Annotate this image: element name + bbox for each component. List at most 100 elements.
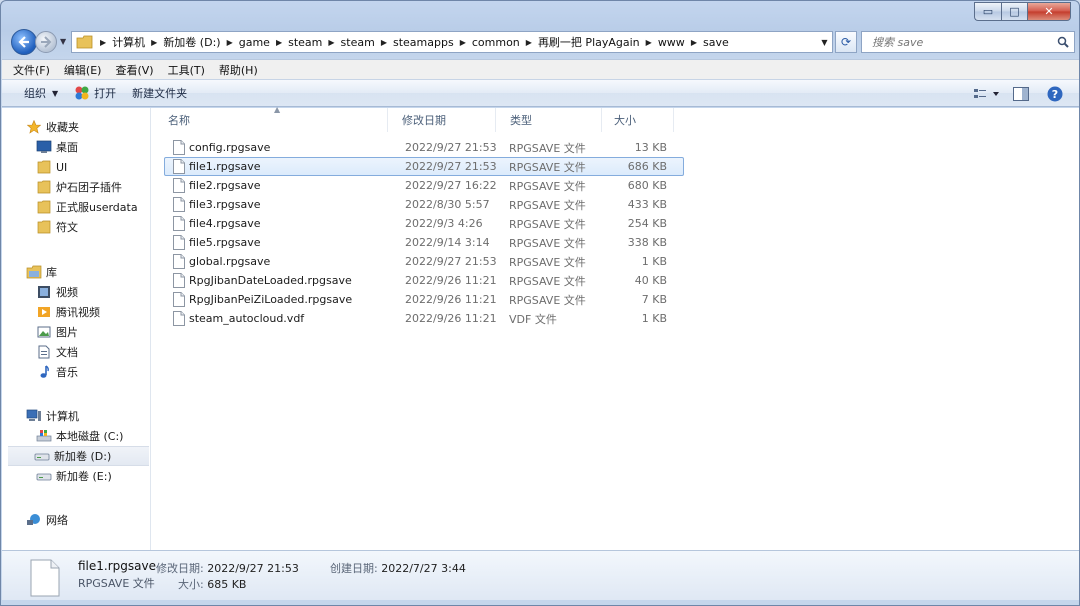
address-bar[interactable]: ▶ 计算机 ▶ 新加卷 (D:) ▶ game ▶ steam ▶ steam ▶ steamapps…	[71, 31, 833, 53]
file-date: 2022/9/3 4:26	[405, 217, 483, 230]
file-row[interactable]: RpgJibanPeiZiLoaded.rpgsave 2022/9/26 11:…	[164, 290, 684, 309]
breadcrumb-item[interactable]: 再刷一把 PlayAgain	[538, 34, 640, 50]
file-size: 433 KB	[627, 198, 667, 211]
breadcrumb-separator-icon[interactable]: ▶	[520, 38, 538, 47]
breadcrumb-item[interactable]: common	[472, 36, 520, 49]
folder-icon	[36, 179, 52, 195]
breadcrumb: ▶ 计算机 ▶ 新加卷 (D:) ▶ game ▶ steam ▶ steam ▶ steamapps…	[94, 32, 816, 52]
file-type: RPGSAVE 文件	[509, 141, 586, 155]
breadcrumb-item[interactable]: steam	[341, 36, 375, 49]
breadcrumb-separator-icon[interactable]: ▶	[640, 38, 658, 47]
breadcrumb-separator-icon[interactable]: ▶	[322, 38, 340, 47]
nav-item[interactable]: 符文	[2, 217, 151, 237]
new-folder-label: 新建文件夹	[132, 87, 188, 100]
preview-pane-button[interactable]	[1007, 83, 1035, 105]
column-header-type[interactable]: 类型	[496, 108, 602, 132]
breadcrumb-item[interactable]: steam	[288, 36, 322, 49]
breadcrumb-item[interactable]: 新加卷 (D:)	[163, 34, 220, 50]
file-list-pane: 名称 ▲ 修改日期 类型 大小 config.rpgsave 2022/9/27 …	[152, 105, 1079, 550]
nav-network-label: 网络	[46, 514, 68, 527]
nav-libraries[interactable]: 库	[2, 262, 151, 282]
nav-item[interactable]: 腾讯视频	[2, 302, 151, 322]
column-header-type-label: 类型	[510, 114, 532, 127]
file-icon	[165, 273, 189, 288]
search-icon[interactable]	[1052, 36, 1074, 48]
nav-item[interactable]: 桌面	[2, 137, 151, 157]
breadcrumb-separator-icon[interactable]: ▶	[685, 38, 703, 47]
nav-item[interactable]: 音乐	[2, 362, 151, 382]
title-bar[interactable]: ▭ □ ✕	[1, 1, 1079, 27]
folder-icon	[76, 35, 93, 49]
breadcrumb-separator-icon[interactable]: ▶	[221, 38, 239, 47]
column-header-date[interactable]: 修改日期	[388, 108, 496, 132]
breadcrumb-item[interactable]: game	[239, 36, 270, 49]
drive-icon	[34, 448, 50, 464]
breadcrumb-separator-icon[interactable]: ▶	[454, 38, 472, 47]
menu-item[interactable]: 帮助(H)	[214, 62, 263, 78]
nav-item[interactable]: 视频	[2, 282, 151, 302]
nav-network[interactable]: 网络	[2, 510, 151, 530]
breadcrumb-separator-icon[interactable]: ▶	[94, 38, 112, 47]
open-label: 打开	[94, 87, 117, 100]
nav-item[interactable]: 图片	[2, 322, 151, 342]
open-button[interactable]: 打开	[66, 81, 124, 105]
file-row[interactable]: file5.rpgsave 2022/9/14 3:14 RPGSAVE 文件 338…	[164, 233, 684, 252]
nav-item[interactable]: UI	[2, 157, 151, 177]
nav-item-label: UI	[56, 160, 68, 174]
file-row[interactable]: steam_autocloud.vdf 2022/9/26 11:21 VDF 文件…	[164, 309, 684, 328]
menu-item[interactable]: 工具(T)	[163, 62, 210, 78]
minimize-button[interactable]: ▭	[974, 2, 1001, 21]
file-row[interactable]: file1.rpgsave 2022/9/27 21:53 RPGSAVE 文件 68…	[164, 157, 684, 176]
nav-item[interactable]: 正式服userdata	[2, 197, 151, 217]
help-button[interactable]: ?	[1041, 83, 1069, 105]
nav-favorites[interactable]: 收藏夹	[2, 117, 151, 137]
file-name-cell: file5.rpgsave	[165, 235, 391, 250]
recent-pages-dropdown[interactable]: ▼	[60, 37, 66, 46]
menu-item[interactable]: 编辑(E)	[59, 62, 107, 78]
search-input[interactable]	[862, 32, 1052, 52]
desktop-icon	[36, 139, 52, 155]
close-button[interactable]: ✕	[1027, 2, 1071, 21]
nav-item[interactable]: 本地磁盘 (C:)	[2, 426, 151, 446]
address-history-dropdown[interactable]: ▼	[816, 32, 832, 52]
command-toolbar: 组织 ▼ 打开 新建文件夹 ?	[2, 79, 1079, 107]
maximize-button[interactable]: □	[1001, 2, 1027, 21]
file-name-cell: file4.rpgsave	[165, 216, 391, 231]
nav-item[interactable]: 新加卷 (E:)	[2, 466, 151, 486]
breadcrumb-item[interactable]: 计算机	[112, 34, 145, 50]
file-icon	[165, 254, 189, 269]
drive-icon	[36, 468, 52, 484]
folder-icon	[36, 199, 52, 215]
menu-item[interactable]: 查看(V)	[110, 62, 158, 78]
refresh-button[interactable]: ⟳	[835, 31, 857, 53]
file-row[interactable]: config.rpgsave 2022/9/27 21:53 RPGSAVE 文件 1…	[164, 138, 684, 157]
nav-item[interactable]: 新加卷 (D:)	[8, 446, 149, 466]
nav-item[interactable]: 文档	[2, 342, 151, 362]
nav-item[interactable]: 炉石团子插件	[2, 177, 151, 197]
file-type: RPGSAVE 文件	[509, 255, 586, 269]
file-row[interactable]: RpgJibanDateLoaded.rpgsave 2022/9/26 11:2…	[164, 271, 684, 290]
file-row[interactable]: file3.rpgsave 2022/8/30 5:57 RPGSAVE 文件 433…	[164, 195, 684, 214]
file-list: config.rpgsave 2022/9/27 21:53 RPGSAVE 文件 1…	[164, 138, 684, 328]
breadcrumb-item[interactable]: www	[658, 36, 685, 49]
nav-item-label: 本地磁盘 (C:)	[56, 430, 124, 443]
breadcrumb-separator-icon[interactable]: ▶	[270, 38, 288, 47]
breadcrumb-separator-icon[interactable]: ▶	[375, 38, 393, 47]
file-row[interactable]: file2.rpgsave 2022/9/27 16:22 RPGSAVE 文件 68…	[164, 176, 684, 195]
new-folder-button[interactable]: 新建文件夹	[124, 81, 195, 105]
change-view-button[interactable]	[973, 83, 1001, 105]
column-header-size[interactable]: 大小	[602, 108, 674, 132]
organize-button[interactable]: 组织 ▼	[16, 81, 66, 105]
back-button[interactable]	[11, 29, 37, 55]
column-header-name[interactable]: 名称 ▲	[152, 105, 388, 132]
breadcrumb-separator-icon[interactable]: ▶	[145, 38, 163, 47]
details-created-label: 创建日期:	[330, 562, 378, 575]
file-date: 2022/9/27 16:22	[405, 179, 497, 192]
breadcrumb-item[interactable]: save	[703, 36, 729, 49]
forward-button[interactable]	[35, 31, 57, 53]
nav-computer[interactable]: 计算机	[2, 406, 151, 426]
file-row[interactable]: global.rpgsave 2022/9/27 21:53 RPGSAVE 文件 1…	[164, 252, 684, 271]
breadcrumb-item[interactable]: steamapps	[393, 36, 454, 49]
menu-item[interactable]: 文件(F)	[8, 62, 55, 78]
file-row[interactable]: file4.rpgsave 2022/9/3 4:26 RPGSAVE 文件 254 …	[164, 214, 684, 233]
